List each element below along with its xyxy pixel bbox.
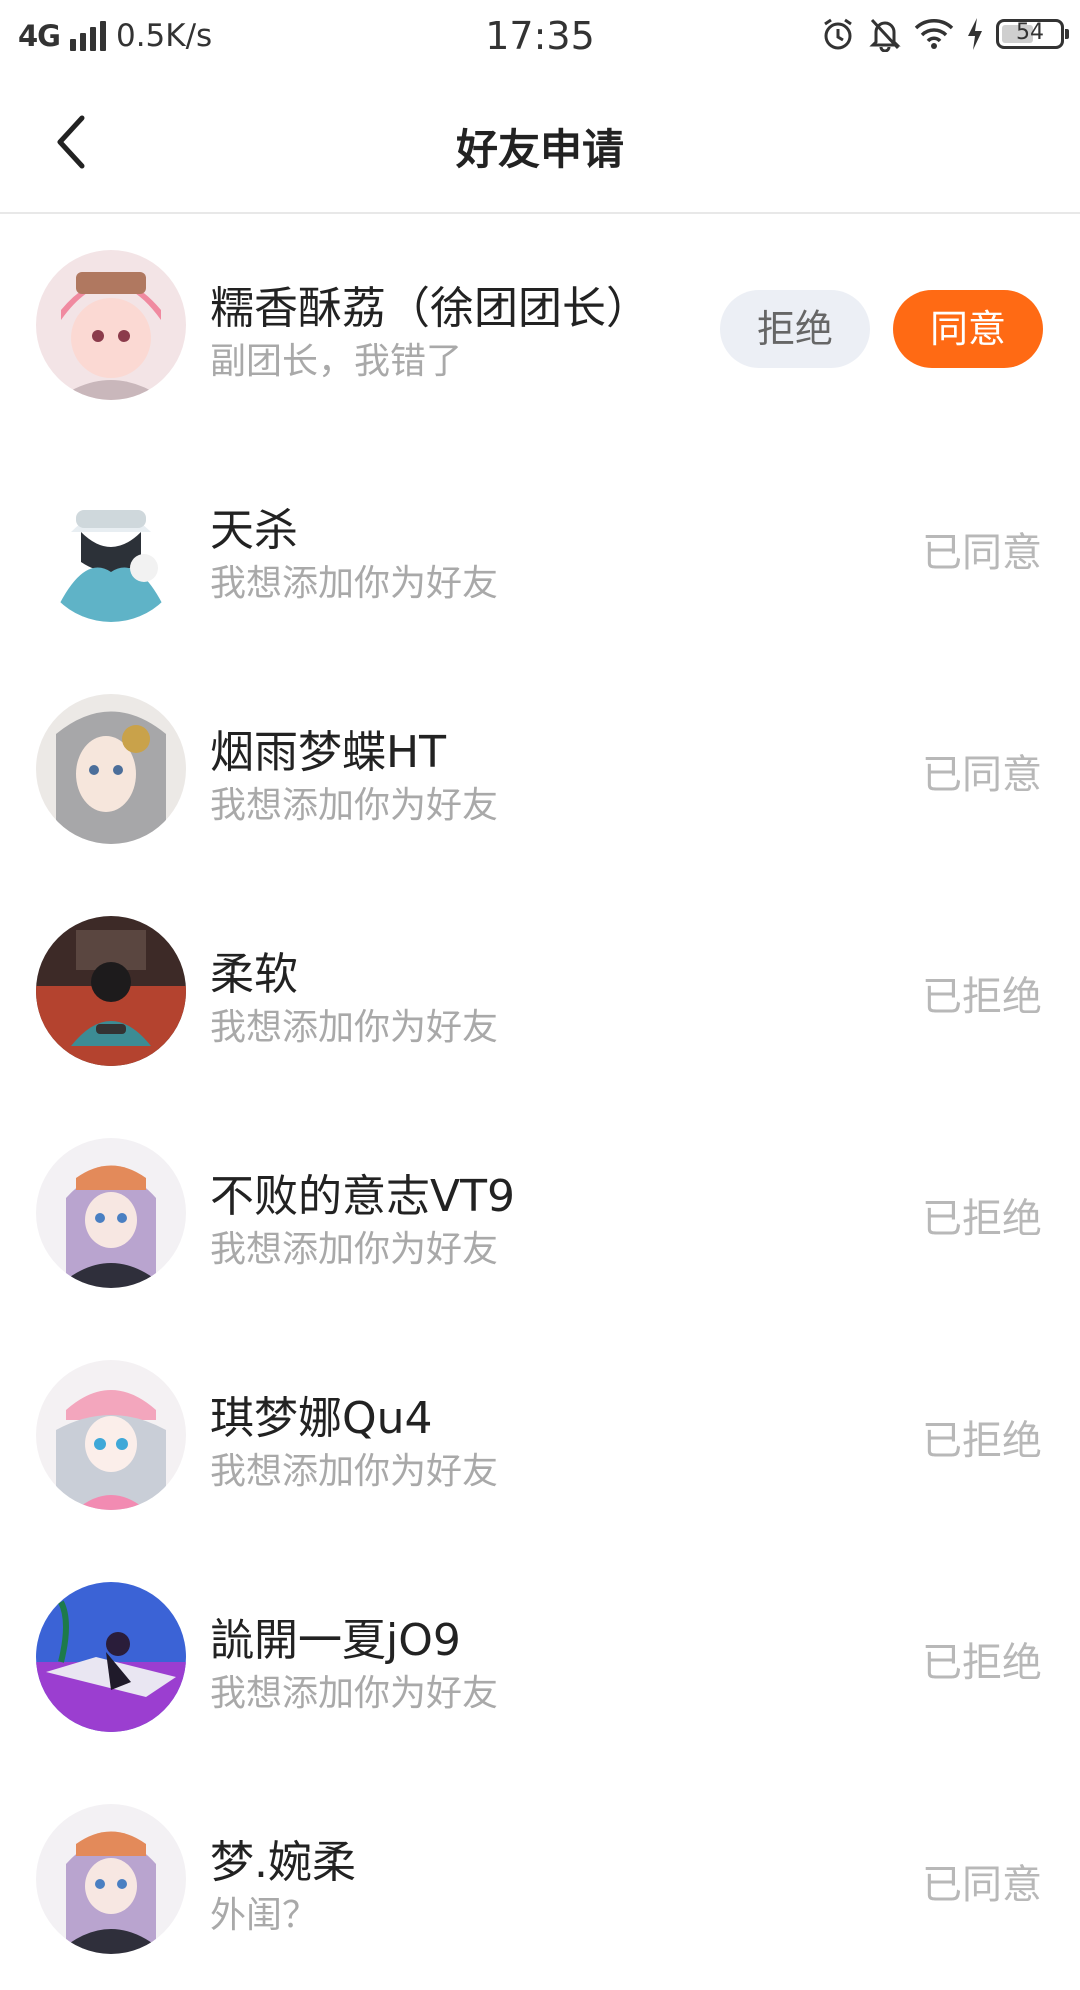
requester-name: 糯香酥荔（徐团团长） bbox=[210, 283, 650, 334]
accept-button[interactable]: 同意 bbox=[893, 290, 1043, 368]
avatar[interactable] bbox=[36, 250, 186, 400]
avatar[interactable] bbox=[36, 916, 186, 1066]
friend-request-item[interactable]: 烟雨梦蝶HT 我想添加你为好友 已同意 bbox=[0, 658, 1080, 880]
request-status: 已拒绝 bbox=[922, 974, 1042, 1020]
friend-request-item[interactable]: 詤開一夏jO9 我想添加你为好友 已拒绝 bbox=[0, 1546, 1080, 1768]
request-status: 已拒绝 bbox=[922, 1418, 1042, 1464]
friend-request-item[interactable]: 琪梦娜Qu4 我想添加你为好友 已拒绝 bbox=[0, 1324, 1080, 1546]
request-message: 外闺？ bbox=[210, 1895, 319, 1936]
request-message: 我想添加你为好友 bbox=[210, 1229, 499, 1270]
request-status: 已同意 bbox=[922, 1862, 1042, 1908]
avatar[interactable] bbox=[36, 1582, 186, 1732]
request-message: 我想添加你为好友 bbox=[210, 1451, 499, 1492]
avatar[interactable] bbox=[36, 1138, 186, 1288]
requester-name: 梦.婉柔 bbox=[210, 1837, 356, 1888]
request-status: 已同意 bbox=[922, 752, 1042, 798]
friend-request-item[interactable]: 糯香酥荔（徐团团长） 副团长，我错了 拒绝 同意 bbox=[0, 214, 1080, 436]
requester-name: 天杀 bbox=[210, 505, 298, 556]
request-status: 已拒绝 bbox=[922, 1196, 1042, 1242]
request-message: 副团长，我错了 bbox=[210, 341, 463, 382]
status-right: 54 bbox=[820, 16, 1069, 52]
charging-icon bbox=[966, 17, 984, 51]
battery-level: 54 bbox=[1016, 20, 1044, 45]
request-message: 我想添加你为好友 bbox=[210, 563, 499, 604]
avatar[interactable] bbox=[36, 472, 186, 622]
request-message: 我想添加你为好友 bbox=[210, 1007, 499, 1048]
friend-request-list: 糯香酥荔（徐团团长） 副团长，我错了 拒绝 同意 天杀 我想添加你为好友 已同意… bbox=[0, 214, 1080, 1990]
request-status: 已同意 bbox=[922, 530, 1042, 576]
friend-request-item[interactable]: 梦.婉柔 外闺？ 已同意 bbox=[0, 1768, 1080, 1990]
wifi-icon bbox=[914, 18, 954, 50]
avatar[interactable] bbox=[36, 1804, 186, 1954]
friend-request-item[interactable]: 天杀 我想添加你为好友 已同意 bbox=[0, 436, 1080, 658]
friend-request-item[interactable]: 柔软 我想添加你为好友 已拒绝 bbox=[0, 880, 1080, 1102]
request-message: 我想添加你为好友 bbox=[210, 785, 499, 826]
avatar[interactable] bbox=[36, 694, 186, 844]
battery-icon: 54 bbox=[996, 19, 1069, 49]
requester-name: 不败的意志VT9 bbox=[210, 1171, 515, 1222]
status-bar: 4G 0.5K/s 17:35 54 bbox=[0, 0, 1080, 76]
requester-name: 琪梦娜Qu4 bbox=[210, 1393, 433, 1444]
mute-bell-icon bbox=[868, 16, 902, 52]
request-status: 已拒绝 bbox=[922, 1640, 1042, 1686]
friend-request-item[interactable]: 不败的意志VT9 我想添加你为好友 已拒绝 bbox=[0, 1102, 1080, 1324]
request-message: 我想添加你为好友 bbox=[210, 1673, 499, 1714]
requester-name: 烟雨梦蝶HT bbox=[210, 727, 446, 778]
avatar[interactable] bbox=[36, 1360, 186, 1510]
nav-header: 好友申请 bbox=[0, 76, 1080, 214]
reject-button[interactable]: 拒绝 bbox=[720, 290, 870, 368]
requester-name: 柔软 bbox=[210, 949, 298, 1000]
alarm-icon bbox=[820, 16, 856, 52]
requester-name: 詤開一夏jO9 bbox=[210, 1615, 461, 1666]
page-title: 好友申请 bbox=[455, 125, 624, 174]
